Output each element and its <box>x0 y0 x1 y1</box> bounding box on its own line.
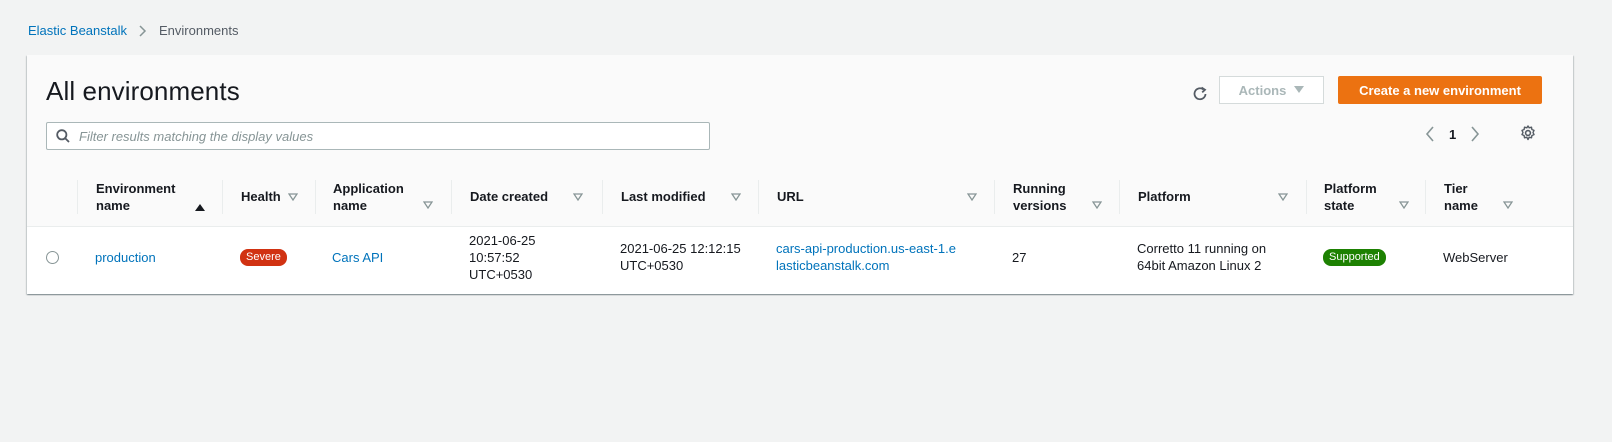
column-divider <box>222 180 223 214</box>
caret-down-icon <box>1294 86 1305 94</box>
column-header-environment-name[interactable]: Environment name <box>96 167 211 226</box>
table-row[interactable]: production Severe Cars API 2021-06-25 10… <box>27 227 1573 287</box>
cell-health: Severe <box>240 227 287 287</box>
create-environment-button[interactable]: Create a new environment <box>1338 76 1542 104</box>
platform-state-badge: Supported <box>1323 248 1386 266</box>
radio-button[interactable] <box>46 250 59 264</box>
column-divider <box>602 180 603 214</box>
cell-running-versions: 27 <box>1012 227 1026 287</box>
cell-platform: Corretto 11 running on 64bit Amazon Linu… <box>1137 227 1282 287</box>
search-icon <box>56 129 70 143</box>
actions-dropdown[interactable]: Actions <box>1219 76 1324 104</box>
health-badge: Severe <box>240 248 287 266</box>
column-divider <box>1306 180 1307 214</box>
environment-link[interactable]: production <box>95 249 156 266</box>
column-header-label: URL <box>777 189 804 204</box>
gear-icon[interactable] <box>1520 125 1536 141</box>
sort-descending-icon <box>967 193 977 201</box>
column-divider <box>451 180 452 214</box>
sort-descending-icon <box>1092 201 1102 209</box>
date-created-value: 2021-06-25 10:57:52 UTC+0530 <box>469 232 536 282</box>
cell-environment-name: production <box>95 227 156 287</box>
column-divider <box>77 180 78 214</box>
column-header-label: Date created <box>470 189 549 204</box>
column-header-label: Last modified <box>621 189 706 204</box>
column-header-platform-state[interactable]: Platform state <box>1324 167 1414 226</box>
environment-url-link[interactable]: cars-api-production.us-east-1.elasticbea… <box>776 240 956 274</box>
row-select-radio[interactable] <box>46 227 59 287</box>
sort-descending-icon <box>1278 193 1288 201</box>
cell-url: cars-api-production.us-east-1.elasticbea… <box>776 227 956 287</box>
pagination: 1 <box>1425 126 1480 142</box>
column-divider <box>758 180 759 214</box>
running-versions-value: 27 <box>1012 249 1027 265</box>
page-title: All environments <box>46 76 240 106</box>
column-divider <box>994 180 995 214</box>
cell-date-created: 2021-06-25 10:57:52 UTC+0530 <box>469 227 549 287</box>
cell-last-modified: 2021-06-25 12:12:15 UTC+0530 <box>620 227 750 287</box>
sort-descending-icon <box>731 193 741 201</box>
filter-input[interactable] <box>77 127 681 145</box>
column-header-label: Platform state <box>1324 180 1377 213</box>
column-header-platform[interactable]: Platform <box>1138 167 1293 226</box>
column-header-last-modified[interactable]: Last modified <box>621 167 746 226</box>
sort-descending-icon <box>1399 201 1409 209</box>
breadcrumb-environments: Environments <box>159 23 239 38</box>
cell-application-name: Cars API <box>332 227 383 287</box>
column-header-tier-name[interactable]: Tier name <box>1444 167 1519 226</box>
chevron-right-icon[interactable] <box>1470 126 1480 142</box>
column-divider <box>1425 180 1426 214</box>
environments-panel: All environments Actions Create a new en… <box>27 55 1573 294</box>
cell-tier-name: WebServer <box>1443 227 1508 287</box>
cell-platform-state: Supported <box>1323 227 1386 287</box>
page-number[interactable]: 1 <box>1449 127 1456 142</box>
application-link[interactable]: Cars API <box>332 249 383 266</box>
tier-name-value: WebServer <box>1443 249 1508 265</box>
sort-descending-icon <box>1503 201 1513 209</box>
chevron-right-icon <box>139 24 147 37</box>
column-header-running-versions[interactable]: Running versions <box>1013 167 1108 226</box>
breadcrumb-elastic-beanstalk[interactable]: Elastic Beanstalk <box>28 23 127 38</box>
column-header-date-created[interactable]: Date created <box>470 167 590 226</box>
table-header: Environment name Health Application name… <box>27 167 1573 227</box>
column-header-label: Tier name <box>1444 180 1478 213</box>
column-header-url[interactable]: URL <box>777 167 982 226</box>
refresh-button[interactable] <box>1186 80 1214 108</box>
column-header-label: Platform <box>1138 189 1191 204</box>
platform-value: Corretto 11 running on 64bit Amazon Linu… <box>1137 241 1267 273</box>
sort-ascending-icon <box>195 203 205 211</box>
column-header-label: Health <box>241 189 281 204</box>
breadcrumb: Elastic Beanstalk Environments <box>28 23 238 38</box>
filter-field[interactable] <box>46 122 710 150</box>
column-header-application-name[interactable]: Application name <box>333 167 443 226</box>
column-divider <box>315 180 316 214</box>
column-header-health[interactable]: Health <box>241 167 316 226</box>
chevron-left-icon[interactable] <box>1425 126 1435 142</box>
panel-header: All environments Actions Create a new en… <box>27 55 1573 168</box>
actions-label: Actions <box>1238 82 1287 98</box>
sort-descending-icon <box>573 193 583 201</box>
sort-descending-icon <box>288 193 298 201</box>
refresh-icon <box>1192 86 1208 102</box>
column-header-label: Running versions <box>1013 180 1067 213</box>
column-divider <box>1119 180 1120 214</box>
column-header-label: Application name <box>333 180 404 213</box>
sort-descending-icon <box>423 201 433 209</box>
last-modified-value: 2021-06-25 12:12:15 UTC+0530 <box>620 241 741 273</box>
column-header-label: Environment name <box>96 180 176 213</box>
